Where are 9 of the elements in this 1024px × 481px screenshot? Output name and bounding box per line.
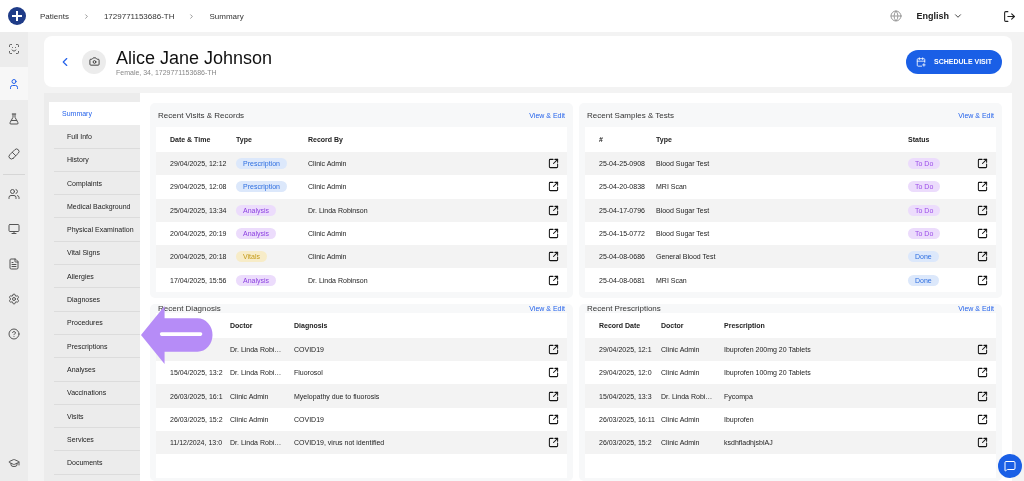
- card-title: Recent Prescriptions: [587, 303, 661, 313]
- patient-name: Alice Jane Johnson: [116, 47, 273, 68]
- card-title: Recent Visits & Records: [158, 110, 245, 120]
- breadcrumb-link[interactable]: Patients: [40, 11, 69, 21]
- breadcrumb-link[interactable]: Summary: [209, 11, 244, 21]
- card-title: Recent Diagnosis: [158, 303, 221, 313]
- language-select[interactable]: English: [916, 11, 963, 21]
- breadcrumb-link[interactable]: 1729771153686-TH: [103, 11, 175, 21]
- card-title: Recent Samples & Tests: [587, 110, 674, 120]
